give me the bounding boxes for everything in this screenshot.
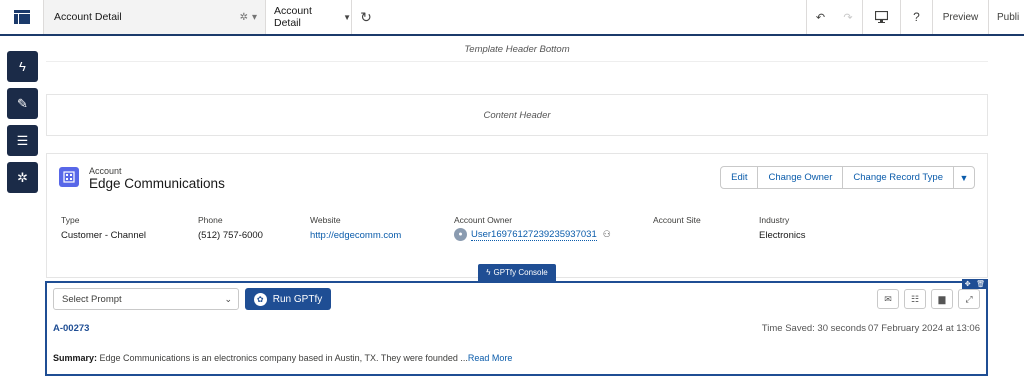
undo-button[interactable]: ↶	[806, 0, 834, 34]
component-tools: ✥ 🗑	[962, 279, 988, 289]
device-preview-button[interactable]	[862, 0, 900, 34]
owner-link[interactable]: User16976127239235937031	[471, 229, 597, 241]
components-button[interactable]: ϟ	[7, 51, 38, 82]
field-label: Phone	[198, 215, 223, 225]
prompt-placeholder: Select Prompt	[62, 293, 122, 305]
brush-icon: ✎	[17, 95, 28, 111]
template-header-region[interactable]: Template Header Bottom	[46, 38, 988, 62]
field-website: Website http://edgecomm.com	[310, 215, 401, 241]
gear-icon[interactable]: ✲	[240, 12, 248, 23]
gptfy-logo-icon: ✿	[253, 292, 267, 306]
read-more-link[interactable]: Read More	[468, 353, 513, 363]
lightning-icon: ϟ	[486, 268, 491, 277]
record-highlights-panel[interactable]: Account Edge Communications Edit Change …	[46, 153, 988, 278]
page-structure-button[interactable]: ☰	[7, 125, 38, 156]
user-avatar-icon: ●	[454, 228, 467, 241]
view-name: Account Detail	[274, 5, 312, 29]
gptfy-icon-actions: ✉ ☷ ▆ ⤢	[877, 289, 980, 309]
website-link[interactable]: http://edgecomm.com	[310, 230, 401, 241]
change-owner-button[interactable]: Change Owner	[757, 166, 844, 189]
delete-icon[interactable]: 🗑	[976, 280, 985, 288]
undo-icon: ↶	[815, 11, 826, 24]
help-button[interactable]: ?	[900, 0, 932, 34]
summary-body: Edge Communications is an electronics co…	[99, 353, 468, 363]
prompt-select[interactable]: Select Prompt ⌄	[53, 288, 239, 310]
time-saved: Time Saved: 30 seconds	[761, 323, 866, 334]
field-value: Electronics	[759, 230, 806, 241]
field-value: Customer - Channel	[61, 230, 147, 241]
redo-icon: ↷	[843, 11, 853, 24]
gptfy-console-tab[interactable]: ϟ GPTfy Console	[478, 264, 556, 281]
field-site: Account Site	[653, 215, 701, 230]
list-icon: ☰	[16, 132, 29, 148]
gear-icon: ✲	[17, 169, 28, 185]
change-owner-icon[interactable]: ⚇	[603, 229, 611, 240]
chevron-down-icon: ⌄	[224, 293, 232, 304]
account-icon	[59, 167, 79, 187]
email-icon: ✉	[884, 293, 892, 304]
preview-button[interactable]: Preview	[932, 0, 988, 34]
field-value: (512) 757-6000	[198, 230, 263, 241]
field-type: Type Customer - Channel	[61, 215, 146, 241]
clipboard-icon: ▆	[938, 293, 946, 304]
summary-text: Summary: Edge Communications is an elect…	[53, 353, 512, 363]
record-name: Edge Communications	[89, 176, 225, 191]
change-record-type-button[interactable]: Change Record Type	[842, 166, 954, 189]
expand-icon: ⤢	[965, 293, 973, 304]
checklist-icon: ☷	[910, 293, 920, 304]
response-record-link[interactable]: A-00273	[53, 323, 89, 334]
gptfy-component[interactable]: ✥ 🗑 Select Prompt ⌄ ✿ Run GPTfy ✉ ☷ ▆ ⤢ …	[45, 279, 988, 376]
field-label: Industry	[759, 215, 790, 225]
view-selector[interactable]: Account Detail ▼	[266, 0, 352, 34]
move-icon[interactable]: ✥	[965, 280, 971, 288]
settings-button[interactable]: ✲	[7, 162, 38, 193]
run-label: Run GPTfy	[272, 293, 323, 305]
chevron-down-icon[interactable]: ▾	[252, 12, 257, 23]
refresh-button[interactable]: ↻	[352, 0, 380, 34]
page-name: Account Detail	[54, 11, 122, 23]
redo-button[interactable]: ↷	[834, 0, 862, 34]
field-label: Website	[310, 215, 341, 225]
publish-button[interactable]: Publi	[988, 0, 1024, 34]
app-launcher-button[interactable]	[0, 0, 44, 34]
email-button[interactable]: ✉	[877, 289, 899, 309]
run-gptfy-button[interactable]: ✿ Run GPTfy	[245, 288, 331, 310]
field-phone: Phone (512) 757-6000	[198, 215, 263, 241]
expand-button[interactable]: ⤢	[958, 289, 980, 309]
page-selector[interactable]: Account Detail ✲ ▾	[44, 0, 266, 34]
content-header-region[interactable]: Content Header	[46, 94, 988, 136]
response-timestamp: 07 February 2024 at 13:06	[868, 323, 980, 334]
field-label: Account Owner	[454, 215, 513, 225]
refresh-icon: ↻	[360, 8, 372, 25]
record-actions: Edit Change Owner Change Record Type ▼	[720, 166, 975, 189]
lightning-icon: ϟ	[19, 59, 26, 74]
task-button[interactable]: ☷	[904, 289, 926, 309]
field-label: Type	[61, 215, 80, 225]
chevron-down-icon: ▼	[343, 12, 351, 22]
layout-icon	[13, 10, 30, 24]
summary-label: Summary:	[53, 353, 98, 363]
field-owner: Account Owner ● User16976127239235937031…	[454, 215, 611, 241]
more-actions-button[interactable]: ▼	[953, 166, 975, 189]
field-label: Account Site	[653, 215, 701, 225]
theme-button[interactable]: ✎	[7, 88, 38, 119]
edit-button[interactable]: Edit	[720, 166, 759, 189]
builder-left-rail: ϟ ✎ ☰ ✲	[7, 51, 38, 199]
clipboard-button[interactable]: ▆	[931, 289, 953, 309]
builder-toolbar: Account Detail ✲ ▾ Account Detail ▼ ↻ ↶ …	[0, 0, 1024, 36]
field-industry: Industry Electronics	[759, 215, 805, 241]
gptfy-tab-label: GPTfy Console	[493, 268, 548, 277]
chevron-down-icon: ▼	[959, 172, 969, 183]
desktop-icon	[875, 11, 888, 23]
object-label: Account	[89, 166, 122, 176]
